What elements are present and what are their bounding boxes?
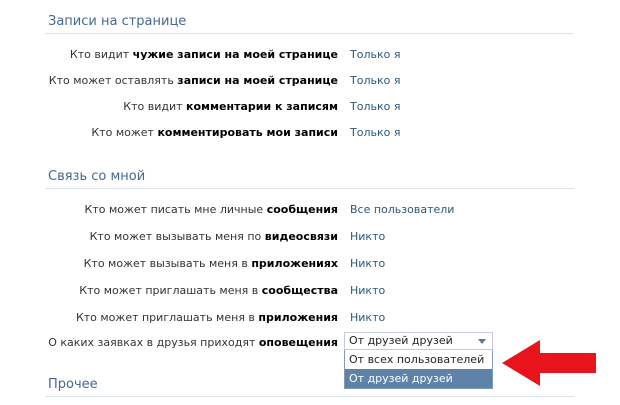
setting-row: Кто видит комментарии к записям Только я [0,98,620,118]
setting-row: Кто может писать мне личные сообщения Вс… [0,201,620,221]
setting-value-link[interactable]: Все пользователи [350,203,454,216]
setting-value-link[interactable]: Никто [350,284,385,297]
section-title-other: Прочее [48,377,98,392]
setting-row: Кто может приглашать меня в сообщества Н… [0,282,620,302]
setting-label: Кто может писать мне личные сообщения [84,203,338,216]
setting-label: Кто может вызывать меня по видеосвязи [89,230,338,243]
setting-row: Кто может вызывать меня в приложениях Ни… [0,255,620,275]
notifications-dropdown[interactable]: От друзей друзей От всех пользователей О… [344,332,493,389]
dropdown-options-list: От всех пользователей От друзей друзей [344,350,493,389]
section-title-contact: Связь со мной [48,169,146,184]
setting-value-link[interactable]: Только я [350,74,400,87]
section-divider [45,33,574,34]
setting-row: Кто может вызывать меня по видеосвязи Ни… [0,228,620,248]
setting-row: Кто видит чужие записи на моей странице … [0,46,620,66]
setting-label: О каких заявках в друзья приходят оповещ… [48,336,338,349]
dropdown-option-friends-of-friends[interactable]: От друзей друзей [345,369,492,388]
setting-label: Кто видит чужие записи на моей странице [69,48,338,61]
setting-value-link[interactable]: Только я [350,100,400,113]
dropdown-selected-value: От друзей друзей [349,334,453,347]
setting-value-link[interactable]: Никто [350,230,385,243]
setting-label: Кто может приглашать меня в сообщества [79,284,338,297]
setting-value-link[interactable]: Никто [350,257,385,270]
section-divider [45,396,574,397]
setting-row: Кто может оставлять записи на моей стран… [0,72,620,92]
setting-label: Кто может оставлять записи на моей стран… [48,74,338,87]
section-divider [45,188,574,189]
setting-value-link[interactable]: Никто [350,311,385,324]
setting-value-link[interactable]: Только я [350,48,400,61]
setting-label: Кто может приглашать меня в приложения [75,311,338,324]
notifications-select[interactable]: От друзей друзей [344,332,493,350]
red-arrow-icon [502,340,596,386]
setting-label: Кто может комментировать мои записи [91,126,338,139]
setting-row: Кто может приглашать меня в приложения Н… [0,309,620,329]
setting-value-link[interactable]: Только я [350,126,400,139]
setting-label: Кто может вызывать меня в приложениях [83,257,338,270]
setting-row: Кто может комментировать мои записи Толь… [0,124,620,144]
dropdown-option-all-users[interactable]: От всех пользователей [345,350,492,369]
setting-label: Кто видит комментарии к записям [123,100,338,113]
section-title-posts: Записи на странице [48,14,187,29]
chevron-down-icon[interactable] [478,339,486,344]
